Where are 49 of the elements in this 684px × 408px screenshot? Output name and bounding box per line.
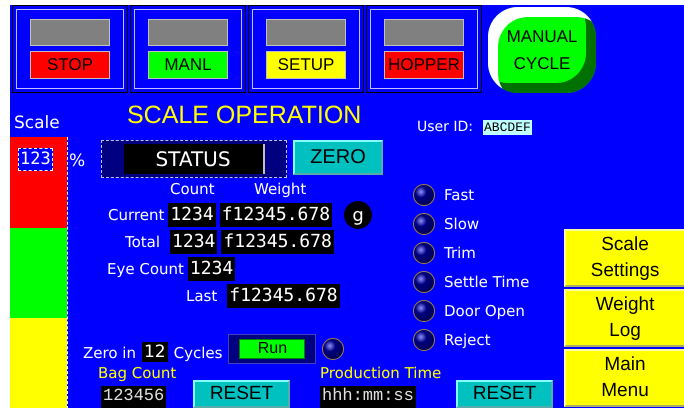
counter-value: 123456 <box>101 386 166 408</box>
count-value: 1234 <box>188 257 236 281</box>
indicator-label: Trim <box>444 244 476 262</box>
scale-label: Scale <box>14 113 60 133</box>
nav-button[interactable]: Scale Settings <box>564 229 684 287</box>
mode-label: MANL <box>148 51 228 79</box>
row-label: Current <box>108 206 164 224</box>
weight-value: f12345.678 <box>227 284 340 308</box>
zero-button[interactable]: ZERO <box>293 140 383 175</box>
column-header: Count <box>170 180 215 198</box>
cycle-count: 12 <box>142 342 168 362</box>
mode-button[interactable]: MANL <box>130 5 246 93</box>
counter-value: hhh:mm:ss <box>320 386 416 408</box>
mode-button[interactable]: HOPPER <box>366 5 482 93</box>
counter-label: Production Time <box>320 364 442 382</box>
zero-in-label: Zero in <box>83 344 136 362</box>
row-label: Eye Count <box>107 260 184 278</box>
indicator-label: Slow <box>444 215 480 233</box>
indicator-label: Settle Time <box>444 273 530 291</box>
reset-button[interactable]: RESET <box>456 380 553 408</box>
weight-value: f12345.678 <box>220 203 332 227</box>
indicator-label: Reject <box>444 331 491 349</box>
reset-button[interactable]: RESET <box>193 380 290 408</box>
row-label: Total <box>125 233 160 251</box>
cycles-label: Cycles <box>174 344 222 362</box>
nav-button[interactable]: Weight Log <box>564 289 684 347</box>
unit-badge: g <box>344 201 372 229</box>
mode-label: SETUP <box>266 51 346 79</box>
mode-label: STOP <box>30 51 110 79</box>
counter-label: Bag Count <box>98 364 176 382</box>
mode-label: HOPPER <box>384 51 464 79</box>
indicator-label: Fast <box>444 186 474 204</box>
count-value: 1234 <box>168 203 216 227</box>
status-display: STATUS <box>124 144 264 174</box>
run-button[interactable]: Run <box>239 339 306 359</box>
nav-button[interactable]: Main Menu <box>564 349 684 407</box>
count-value: 1234 <box>170 230 218 254</box>
user-id-label: User ID: <box>417 119 473 135</box>
scale-value: 123 <box>18 148 53 171</box>
indicator-label: Door Open <box>444 302 525 320</box>
weight-value: f12345.678 <box>221 230 334 254</box>
user-id-value: ABCDEF <box>483 120 532 134</box>
mode-button[interactable]: SETUP <box>248 5 364 93</box>
manual-cycle-button[interactable]: MANUAL CYCLE <box>488 7 596 93</box>
column-header: Weight <box>254 180 306 198</box>
unit-label: % <box>69 151 86 171</box>
mode-button[interactable]: STOP <box>12 5 128 93</box>
screen-title: SCALE OPERATION <box>127 101 362 130</box>
last-label: Last <box>186 287 218 305</box>
